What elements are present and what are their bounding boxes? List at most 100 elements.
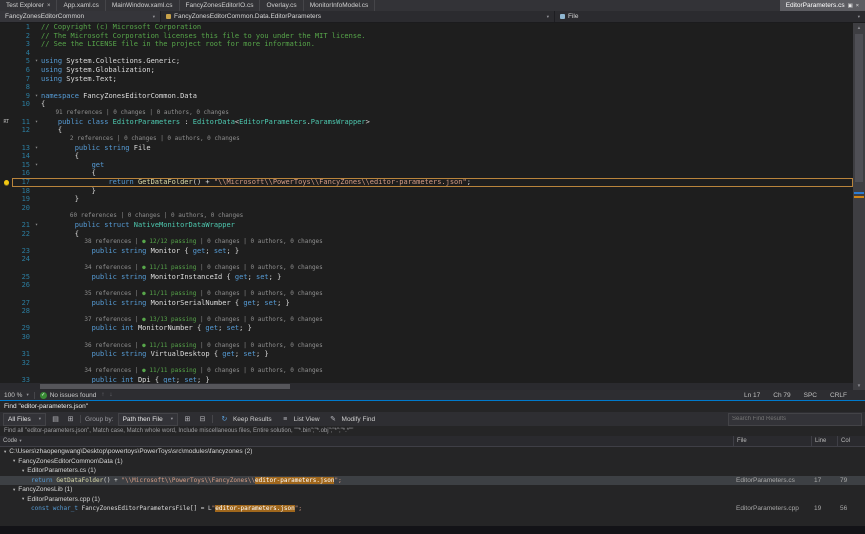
zoom-control[interactable]: 100 % ▾ bbox=[4, 392, 29, 399]
group-by-dropdown[interactable]: Path then File ▾ bbox=[118, 413, 178, 426]
code-line[interactable]: 28 bbox=[0, 307, 853, 316]
vertical-scrollbar[interactable]: ▲ ▼ bbox=[853, 23, 865, 390]
keep-open-icon[interactable]: ▣ bbox=[848, 3, 853, 9]
code-health-indicator[interactable]: ✓ No issues found bbox=[40, 392, 97, 399]
member-dropdown[interactable]: File ▾ bbox=[554, 11, 865, 22]
code-line[interactable]: 15▾ get bbox=[0, 161, 853, 170]
arrow-down-icon[interactable]: ↓ bbox=[109, 392, 112, 398]
codelens-row[interactable]: 91 references | 0 changes | 0 authors, 0… bbox=[0, 109, 853, 118]
code-line[interactable]: 3// See the LICENSE file in the project … bbox=[0, 40, 853, 49]
code-line[interactable]: 22 { bbox=[0, 230, 853, 239]
code-line[interactable]: 14 { bbox=[0, 152, 853, 161]
find-result-group-row[interactable]: ▾FancyZonesEditorCommon\Data (1) bbox=[0, 457, 865, 467]
fold-marker-icon[interactable]: ▾ bbox=[32, 221, 41, 230]
code-line[interactable]: 8 bbox=[0, 83, 853, 92]
current-find-result-line[interactable]: 17 return GetDataFolder() + "\\Microsoft… bbox=[0, 178, 853, 187]
find-results-panel-header[interactable]: Find "editor-parameters.json" bbox=[0, 401, 865, 412]
find-result-row-selected[interactable]: return GetDataFolder() + "\\Microsoft\\P… bbox=[0, 476, 865, 486]
horizontal-scrollbar[interactable] bbox=[0, 383, 853, 390]
column-header-code[interactable]: Code ▾ bbox=[0, 436, 733, 446]
code-line[interactable]: 1// Copyright (c) Microsoft Corporation bbox=[0, 23, 853, 32]
codelens-row[interactable]: 2 references | 0 changes | 0 authors, 0 … bbox=[0, 135, 853, 144]
modify-find-button[interactable]: ✎ Modify Find bbox=[326, 414, 378, 425]
scroll-down-arrow-icon[interactable]: ▼ bbox=[853, 381, 865, 390]
code-line[interactable]: 5▾using System.Collections.Generic; bbox=[0, 57, 853, 66]
code-line[interactable]: 29 public int MonitorNumber { get; set; … bbox=[0, 324, 853, 333]
collapse-arrow-icon[interactable]: ▾ bbox=[22, 496, 24, 502]
document-tab[interactable]: MainWindow.xaml.cs bbox=[106, 0, 180, 11]
code-line[interactable]: 4 bbox=[0, 49, 853, 58]
column-header-file[interactable]: File bbox=[733, 436, 811, 446]
find-result-group-row[interactable]: ▾FancyZonesLib (1) bbox=[0, 485, 865, 495]
code-line[interactable]: 16 { bbox=[0, 169, 853, 178]
code-editor[interactable]: 1// Copyright (c) Microsoft Corporation2… bbox=[0, 23, 853, 383]
vertical-scrollbar-thumb[interactable] bbox=[855, 34, 863, 182]
find-result-row[interactable]: const wchar_t FancyZonesEditorParameters… bbox=[0, 504, 865, 514]
horizontal-scrollbar-thumb[interactable] bbox=[40, 384, 290, 389]
fold-marker-icon[interactable]: ▾ bbox=[32, 118, 41, 127]
codelens-row[interactable]: 35 references | ● 11/11 passing | 0 chan… bbox=[0, 290, 853, 299]
collapse-arrow-icon[interactable]: ▾ bbox=[22, 468, 24, 474]
codelens-row[interactable]: 34 references | ● 11/11 passing | 0 chan… bbox=[0, 367, 853, 376]
document-tab[interactable]: Overlay.cs bbox=[260, 0, 303, 11]
codelens-row[interactable]: 60 references | 0 changes | 0 authors, 0… bbox=[0, 212, 853, 221]
collapse-arrow-icon[interactable]: ▾ bbox=[4, 449, 6, 455]
fold-marker-icon[interactable]: ▾ bbox=[32, 92, 41, 101]
files-icon[interactable]: ▤ bbox=[50, 414, 61, 425]
document-tab[interactable]: MonitorInfoModel.cs bbox=[304, 0, 376, 11]
close-icon[interactable]: × bbox=[47, 3, 51, 9]
document-tab[interactable]: FancyZonesEditorIO.cs bbox=[180, 0, 261, 11]
code-line[interactable]: 31 public string VirtualDesktop { get; s… bbox=[0, 350, 853, 359]
search-find-results-input[interactable] bbox=[728, 413, 862, 426]
expand-all-icon[interactable]: ⊞ bbox=[182, 414, 193, 425]
collapse-arrow-icon[interactable]: ▾ bbox=[13, 487, 15, 493]
code-line[interactable]: 2// The Microsoft Corporation licenses t… bbox=[0, 32, 853, 41]
collapse-arrow-icon[interactable]: ▾ bbox=[13, 458, 15, 464]
code-line[interactable]: 25 public string MonitorInstanceId { get… bbox=[0, 273, 853, 282]
document-tab[interactable]: Test Explorer× bbox=[0, 0, 57, 11]
vertical-scrollbar-track[interactable] bbox=[853, 32, 865, 381]
code-line[interactable]: 26 bbox=[0, 281, 853, 290]
line-ending-indicator[interactable]: CRLF bbox=[830, 392, 847, 399]
find-result-group-row[interactable]: ▾C:\Users\zhaopengwang\Desktop\powertoys… bbox=[0, 447, 865, 457]
code-line[interactable]: 10{ bbox=[0, 100, 853, 109]
codelens-row[interactable]: 38 references | ● 12/12 passing | 0 chan… bbox=[0, 238, 853, 247]
close-icon[interactable]: × bbox=[856, 3, 859, 9]
scroll-up-arrow-icon[interactable]: ▲ bbox=[853, 23, 865, 32]
codelens-row[interactable]: 37 references | ● 13/13 passing | 0 chan… bbox=[0, 316, 853, 325]
column-header-line[interactable]: Line bbox=[811, 436, 837, 446]
column-indicator[interactable]: Ch 79 bbox=[773, 392, 790, 399]
list-view-button[interactable]: ≡ List View bbox=[278, 414, 322, 425]
quick-actions-lightbulb-icon[interactable] bbox=[4, 180, 9, 185]
project-dropdown[interactable]: FancyZonesEditorCommon ▾ bbox=[0, 11, 161, 22]
code-line[interactable]: 30 bbox=[0, 333, 853, 342]
scope-dropdown[interactable]: All Files ▾ bbox=[3, 413, 46, 426]
code-line[interactable]: 27 public string MonitorSerialNumber { g… bbox=[0, 299, 853, 308]
code-line[interactable]: 23 public string Monitor { get; set; } bbox=[0, 247, 853, 256]
options-icon[interactable]: ⊞ bbox=[65, 414, 76, 425]
spaces-indicator[interactable]: SPC bbox=[804, 392, 817, 399]
find-result-group-row[interactable]: ▾EditorParameters.cpp (1) bbox=[0, 495, 865, 505]
fold-marker-icon[interactable]: ▾ bbox=[32, 57, 41, 66]
document-tab-active[interactable]: EditorParameters.cs ▣ × bbox=[780, 0, 865, 11]
code-line[interactable]: 13▾ public string File bbox=[0, 144, 853, 153]
code-line[interactable]: 21▾ public struct NativeMonitorDataWrapp… bbox=[0, 221, 853, 230]
column-header-col[interactable]: Col bbox=[837, 436, 865, 446]
code-line[interactable]: 7using System.Text; bbox=[0, 75, 853, 84]
code-line[interactable]: 32 bbox=[0, 359, 853, 368]
line-indicator[interactable]: Ln 17 bbox=[744, 392, 760, 399]
code-line[interactable]: 19 } bbox=[0, 195, 853, 204]
collapse-all-icon[interactable]: ⊟ bbox=[197, 414, 208, 425]
find-result-group-row[interactable]: ▾EditorParameters.cs (1) bbox=[0, 466, 865, 476]
code-line[interactable]: 24 bbox=[0, 255, 853, 264]
type-dropdown[interactable]: FancyZonesEditorCommon.Data.EditorParame… bbox=[161, 11, 554, 22]
fold-marker-icon[interactable]: ▾ bbox=[32, 161, 41, 170]
code-line[interactable]: RT11▾ public class EditorParameters : Ed… bbox=[0, 118, 853, 127]
code-line[interactable]: 33 public int Dpi { get; set; } bbox=[0, 376, 853, 383]
code-line[interactable]: 12 { bbox=[0, 126, 853, 135]
fold-marker-icon[interactable]: ▾ bbox=[32, 144, 41, 153]
code-line[interactable]: 18 } bbox=[0, 187, 853, 196]
code-line[interactable]: 20 bbox=[0, 204, 853, 213]
code-line[interactable]: 9▾namespace FancyZonesEditorCommon.Data bbox=[0, 92, 853, 101]
arrow-up-icon[interactable]: ↑ bbox=[101, 392, 104, 398]
